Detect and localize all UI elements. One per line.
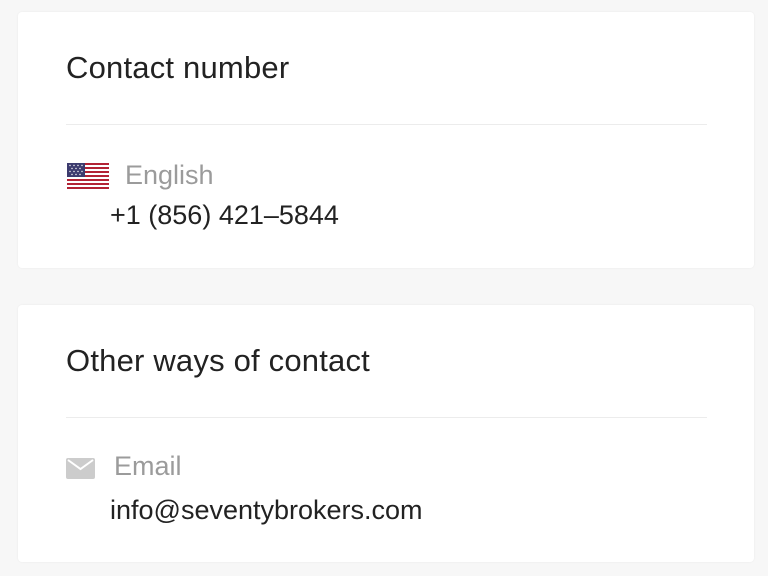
divider [66, 124, 707, 125]
email-label: Email [114, 451, 182, 481]
email-link[interactable]: info@seventybrokers.com [110, 495, 423, 526]
mail-icon [66, 458, 95, 479]
other-contact-title: Other ways of contact [66, 343, 370, 378]
phone-language-label: English [125, 160, 214, 190]
divider [66, 417, 707, 418]
other-contact-card: Other ways of contact Email info@seventy… [18, 305, 754, 562]
contact-number-title: Contact number [66, 50, 290, 85]
contact-number-card: Contact number English +1 (856) 421–5844 [18, 12, 754, 268]
phone-number-link[interactable]: +1 (856) 421–5844 [110, 200, 339, 231]
us-flag-icon [67, 163, 109, 189]
